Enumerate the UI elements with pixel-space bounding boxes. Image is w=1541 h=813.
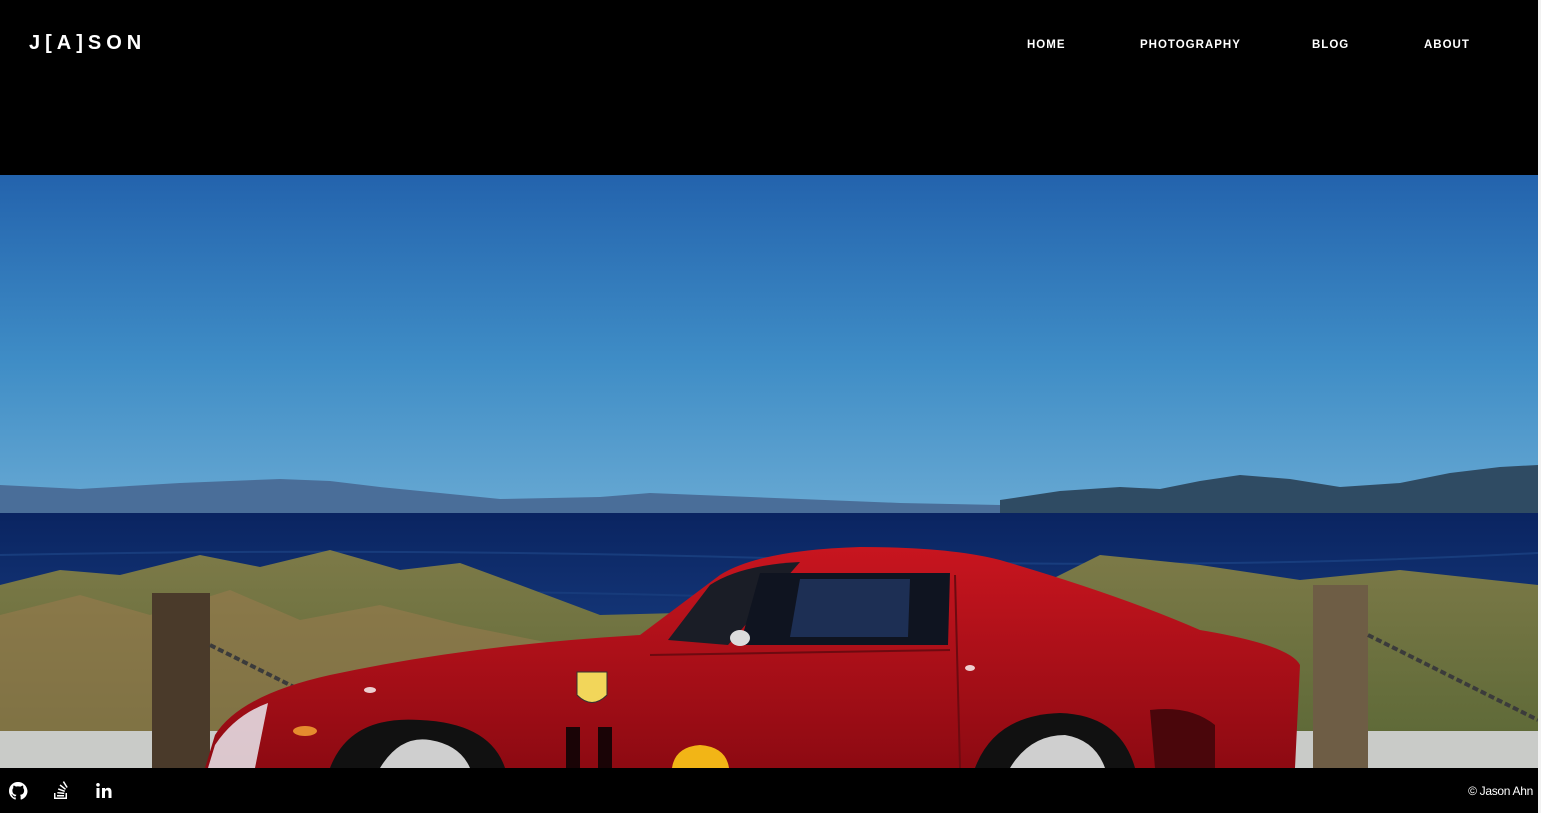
fence-post-right bbox=[1313, 585, 1368, 768]
linkedin-icon[interactable] bbox=[94, 781, 114, 801]
main-nav: HOME PHOTOGRAPHY BLOG ABOUT bbox=[0, 38, 1538, 54]
nav-blog-link[interactable]: BLOG bbox=[1312, 38, 1349, 52]
sky bbox=[0, 175, 1538, 515]
hero-photo bbox=[0, 175, 1538, 768]
hero-photo-illustration bbox=[0, 175, 1538, 768]
nav-photography-link[interactable]: PHOTOGRAPHY bbox=[1140, 38, 1241, 52]
nav-home-link[interactable]: HOME bbox=[1027, 38, 1066, 52]
stack-overflow-icon[interactable] bbox=[51, 781, 71, 801]
copyright-text: © Jason Ahn bbox=[1468, 784, 1533, 798]
page: J[A]SON HOME PHOTOGRAPHY BLOG ABOUT © Ja… bbox=[0, 0, 1538, 813]
github-icon[interactable] bbox=[8, 781, 28, 801]
fence-post-left bbox=[152, 593, 210, 768]
site-header: J[A]SON HOME PHOTOGRAPHY BLOG ABOUT bbox=[0, 0, 1538, 175]
nav-about-link[interactable]: ABOUT bbox=[1424, 38, 1470, 52]
site-footer: © Jason Ahn bbox=[0, 768, 1538, 813]
